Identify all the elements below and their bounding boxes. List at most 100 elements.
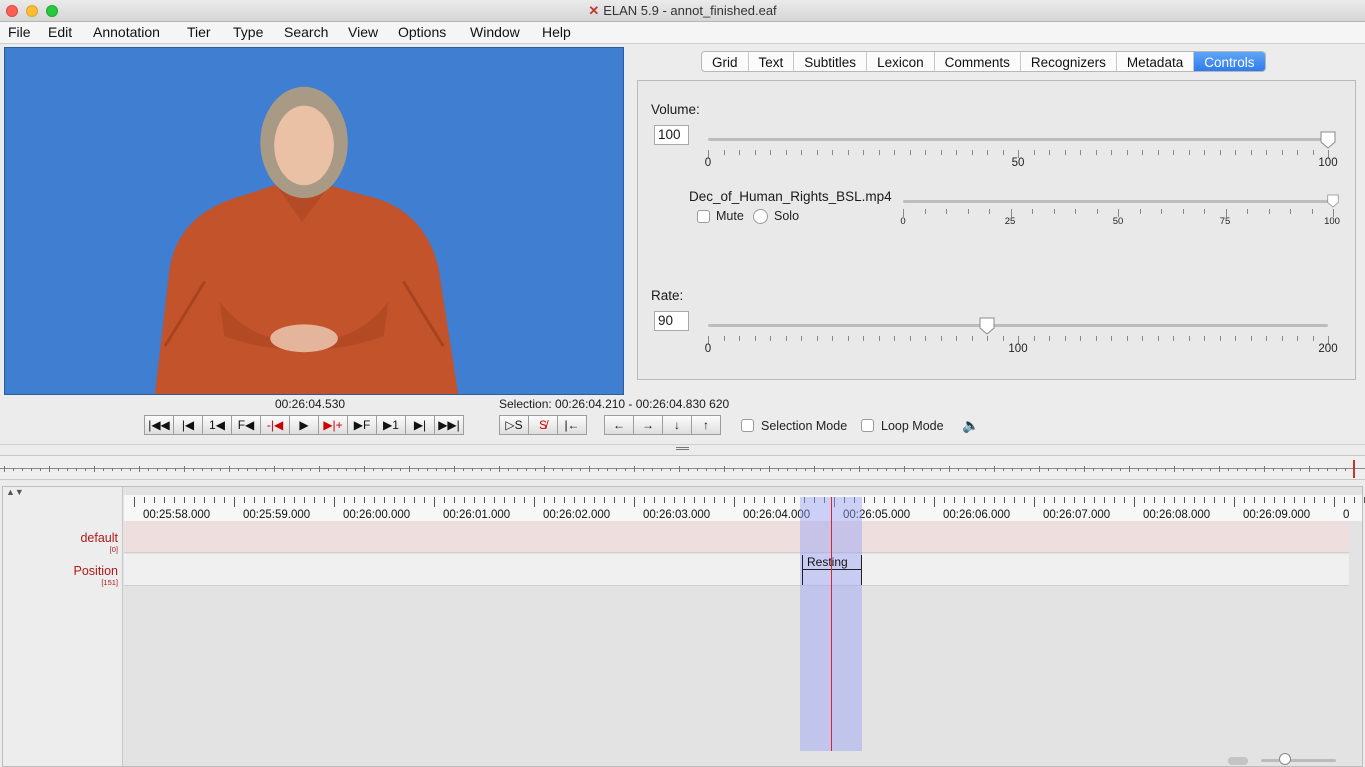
tab-grid[interactable]: Grid [702,52,749,71]
overview-tick [319,466,320,472]
tier-row-position[interactable] [124,554,1349,586]
menu-tier[interactable]: Tier [187,24,211,40]
time-ruler[interactable]: 00:25:58.000 00:25:59.000 00:26:00.000 0… [124,495,1365,521]
slider-tick [847,150,849,155]
menu-view[interactable]: View [348,24,378,40]
menu-file[interactable]: File [8,24,31,40]
ruler-tick [1104,497,1105,503]
arrow-left-icon: ← [613,418,625,432]
menu-options[interactable]: Options [398,24,446,40]
previous-annotation-button[interactable]: ← [604,415,634,435]
speaker-icon[interactable]: 🔈 [962,417,979,434]
rate-slider-track[interactable] [708,324,1328,327]
slider-tick [1173,336,1174,341]
rate-value-field[interactable]: 90 [654,311,689,331]
previous-frame-button[interactable]: F◀ [231,415,261,435]
slider-tick [925,336,926,341]
sort-arrows-icon[interactable]: ▲▼ [6,487,24,497]
overview-tick [1255,468,1256,471]
ruler-label: 00:26:07.000 [1043,509,1111,521]
crosshair-line [831,497,832,751]
overview-tick [877,468,878,471]
tier-up-button[interactable]: ↑ [691,415,721,435]
slider-tick [1250,336,1252,341]
tier-name-default[interactable]: default [80,531,118,545]
solo-radio[interactable] [753,209,768,224]
loop-mode-checkbox[interactable] [861,419,874,432]
slider-tick [956,336,957,341]
menu-help[interactable]: Help [542,24,571,40]
next-second-button[interactable]: ▶1 [376,415,406,435]
overview-tick [1264,466,1265,472]
ruler-tick [414,497,415,503]
overview-tick [346,468,347,471]
volume-slider-thumb[interactable] [1320,131,1336,149]
overview-tick [202,468,203,471]
tab-comments[interactable]: Comments [935,52,1021,71]
tab-metadata[interactable]: Metadata [1117,52,1195,71]
tier-name-position[interactable]: Position [74,564,118,578]
selection-boundary-button[interactable]: |← [557,415,587,435]
overview-tick [490,468,491,471]
overview-ruler[interactable] [0,455,1365,480]
tab-controls[interactable]: Controls [1194,52,1265,71]
forward-pixel-icon: ▶|+ [323,418,343,432]
previous-scrollview-button[interactable]: |◀ [173,415,203,435]
previous-pixel-button[interactable]: -|◀ [260,415,290,435]
volume-slider-track[interactable] [708,138,1328,141]
ruler-tick [294,497,295,503]
volume-value-field[interactable]: 100 [654,125,689,145]
overview-tick [211,468,212,471]
rate-slider-thumb[interactable] [979,317,995,335]
mute-checkbox[interactable] [697,210,710,223]
zoom-slider-track[interactable] [1261,759,1336,762]
menu-type[interactable]: Type [233,24,263,40]
tier-row-default[interactable] [124,521,1349,553]
tab-text[interactable]: Text [749,52,795,71]
media-volume-slider-thumb[interactable] [1327,194,1339,208]
menu-annotation[interactable]: Annotation [93,24,160,40]
annotation-resting[interactable]: Resting [802,555,862,585]
next-annotation-button[interactable]: → [633,415,663,435]
menu-bar: File Edit Annotation Tier Type Search Vi… [0,22,1365,44]
rate-max-label: 200 [1318,343,1338,355]
previous-second-button[interactable]: 1◀ [202,415,232,435]
video-viewer[interactable] [4,47,624,395]
next-frame-button[interactable]: ▶F [347,415,377,435]
selection-mode-checkbox[interactable] [741,419,754,432]
overview-tick [373,468,374,471]
media-volume-slider-track[interactable] [903,200,1333,203]
next-pixel-button[interactable]: ▶|+ [318,415,348,435]
overview-tick [220,468,221,471]
rate-min-label: 0 [704,343,712,355]
horizontal-scroll-thumb[interactable] [1228,757,1248,765]
overview-tick [1345,468,1346,471]
play-selection-button[interactable]: ▷S [499,415,529,435]
ruler-tick [164,497,165,503]
menu-window[interactable]: Window [470,24,520,40]
clear-selection-button[interactable]: S̸ [528,415,558,435]
overview-tick [184,466,185,472]
play-button[interactable]: ▶ [289,415,319,435]
ruler-tick [1354,497,1355,503]
tab-lexicon[interactable]: Lexicon [867,52,935,71]
next-scrollview-button[interactable]: ▶| [405,415,435,435]
ruler-tick [274,497,275,503]
go-to-end-button[interactable]: ▶▶| [434,415,464,435]
ruler-tick [194,497,195,503]
controls-panel: Volume: 100 0 50 100 Dec_of_Human_Rights… [637,80,1356,380]
timeline-viewer[interactable]: ▲▼ default [0] Position [151] 00:25:58.0… [2,486,1365,767]
slider-tick [785,336,787,341]
tab-subtitles[interactable]: Subtitles [794,52,868,71]
tab-recognizers[interactable]: Recognizers [1021,52,1117,71]
step-forward-bar-icon: ▶| [413,418,427,432]
menu-search[interactable]: Search [284,24,328,40]
overview-tick [1138,468,1139,471]
menu-edit[interactable]: Edit [48,24,72,40]
zoom-slider-thumb[interactable] [1279,753,1291,765]
splitter-bar[interactable] [0,444,1365,453]
slider-tick [801,150,802,155]
go-to-begin-button[interactable]: |◀◀ [144,415,174,435]
tier-down-button[interactable]: ↓ [662,415,692,435]
slider-tick [1204,150,1205,155]
